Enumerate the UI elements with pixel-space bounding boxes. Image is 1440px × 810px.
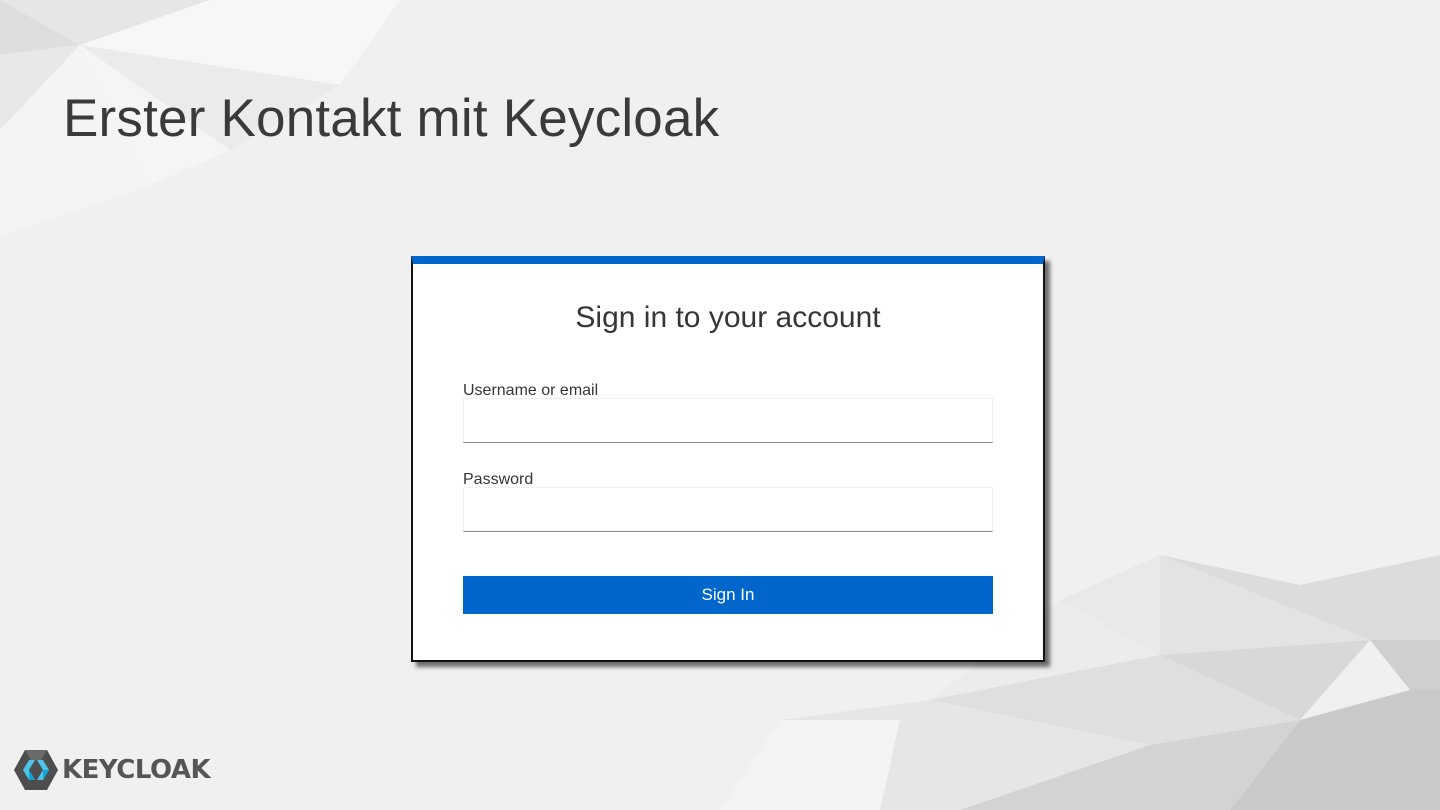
sign-in-button[interactable]: Sign In (463, 576, 993, 614)
username-input[interactable] (463, 398, 993, 443)
slide-title: Erster Kontakt mit Keycloak (63, 89, 720, 148)
password-input[interactable] (463, 487, 993, 532)
keycloak-brand: KEYCLOAK (14, 748, 211, 792)
login-heading: Sign in to your account (575, 301, 881, 334)
keycloak-wordmark: KEYCLOAK (62, 755, 211, 785)
keycloak-logo-icon (14, 750, 58, 790)
login-card: Sign in to your account Username or emai… (411, 256, 1045, 662)
